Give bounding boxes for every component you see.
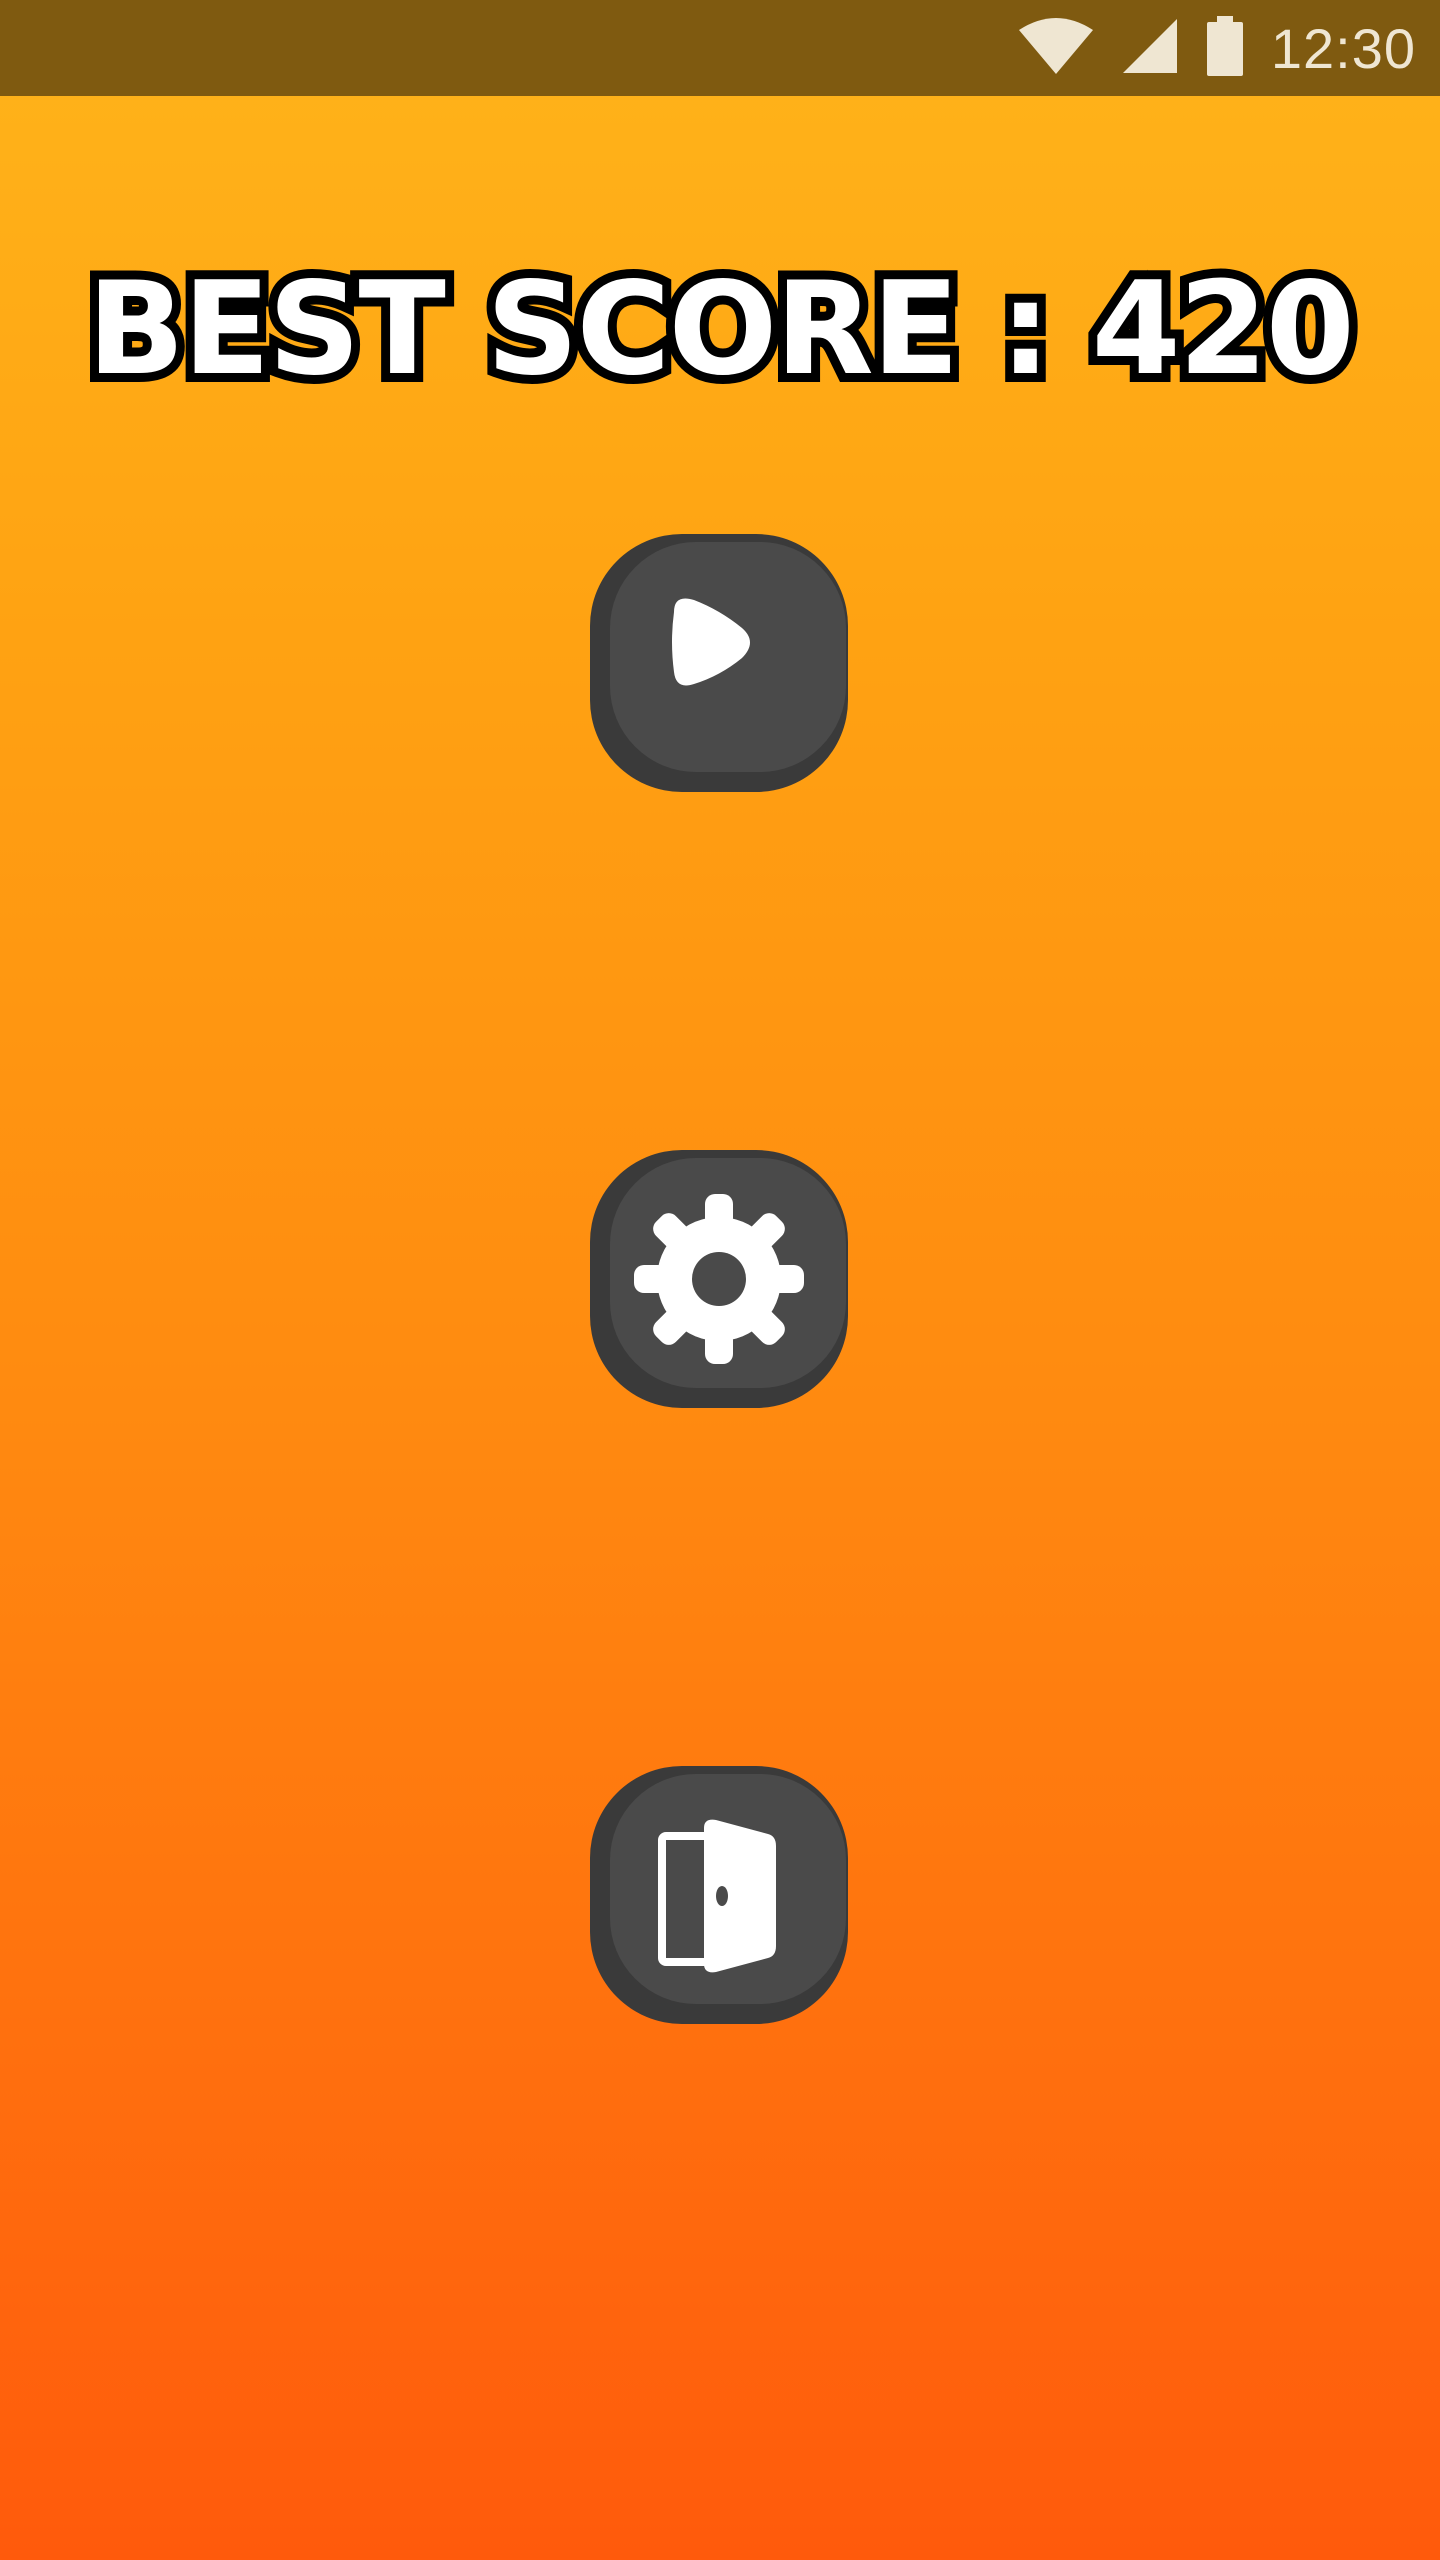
status-time: 12:30: [1270, 16, 1416, 80]
exit-button[interactable]: [590, 1766, 848, 2024]
gear-icon: [634, 1194, 804, 1364]
door-exit-icon: [658, 1819, 776, 1973]
battery-icon: [1205, 16, 1245, 80]
play-icon: [672, 598, 750, 686]
settings-button[interactable]: [590, 1150, 848, 1408]
status-icons: 12:30: [1017, 0, 1416, 96]
game-menu-screen: 12:30 BEST SCORE : 420: [0, 0, 1440, 2560]
wifi-icon: [1017, 16, 1095, 80]
play-button[interactable]: [590, 534, 848, 792]
cell-signal-icon: [1121, 17, 1179, 79]
best-score-title: BEST SCORE : 420: [78, 246, 1364, 413]
status-bar: 12:30: [0, 0, 1440, 96]
